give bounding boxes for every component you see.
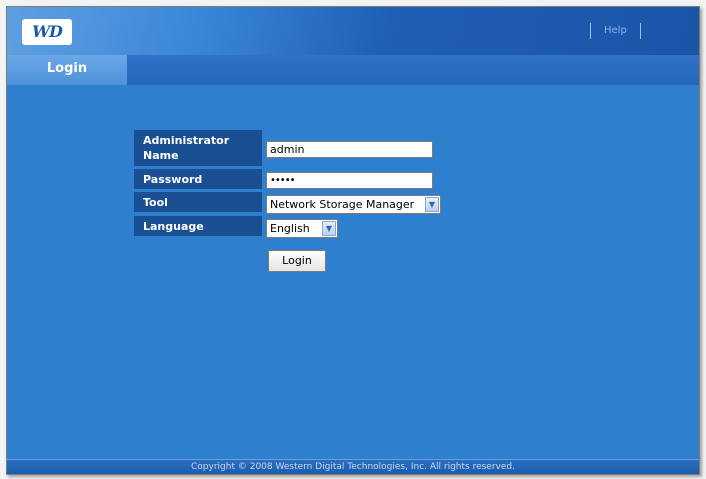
app-window: WD Help Login Administrator Name admin P… bbox=[6, 6, 700, 475]
admin-name-label: Administrator Name bbox=[134, 130, 262, 166]
password-input[interactable]: ••••• bbox=[266, 172, 433, 189]
admin-name-input[interactable]: admin bbox=[266, 141, 433, 158]
language-select[interactable]: English ▼ bbox=[266, 219, 338, 238]
copyright-footer: Copyright © 2008 Western Digital Technol… bbox=[7, 459, 699, 474]
tab-login[interactable]: Login bbox=[7, 55, 127, 85]
tab-bar: Login bbox=[7, 55, 699, 85]
tool-label: Tool bbox=[134, 192, 262, 212]
chevron-down-icon[interactable]: ▼ bbox=[322, 221, 336, 236]
language-label: Language bbox=[134, 216, 262, 236]
language-select-value: English bbox=[270, 222, 310, 235]
chevron-down-icon[interactable]: ▼ bbox=[425, 197, 439, 212]
login-button[interactable]: Login bbox=[268, 250, 326, 272]
header-bar: WD Help bbox=[7, 7, 699, 55]
password-label: Password bbox=[134, 169, 262, 189]
tool-select-value: Network Storage Manager bbox=[270, 198, 415, 211]
help-separator-left bbox=[590, 23, 591, 39]
help-separator-right bbox=[640, 23, 641, 39]
help-link[interactable]: Help bbox=[604, 23, 627, 39]
wd-logo: WD bbox=[22, 19, 72, 45]
tool-select[interactable]: Network Storage Manager ▼ bbox=[266, 195, 441, 214]
